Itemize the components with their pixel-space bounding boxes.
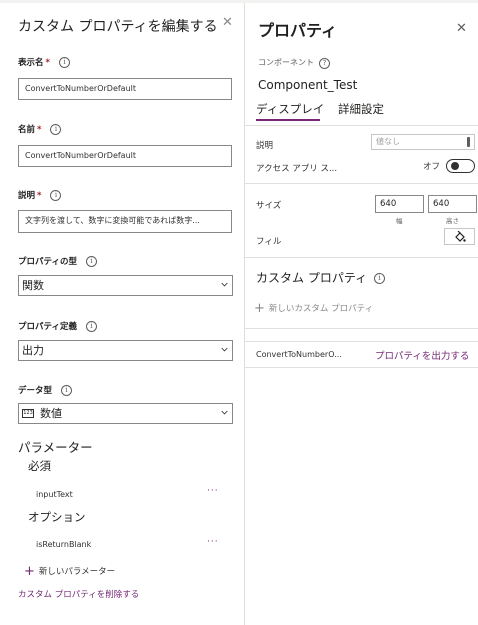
parameter-item[interactable]: inputText: [36, 490, 73, 499]
new-parameter-button[interactable]: + 新しいパラメーター: [24, 564, 115, 579]
divider: [245, 183, 478, 184]
required-marker: *: [37, 125, 42, 135]
name-label-text: 名前: [18, 125, 36, 135]
access-app-label: アクセス アプリ ス...: [256, 164, 338, 174]
component-label-text: コンポーネント: [258, 58, 314, 67]
chevron-down-icon: [221, 282, 228, 287]
properties-panel: プロパティ ✕ コンポーネント? Component_Test ディスプレイ 詳…: [245, 3, 478, 625]
more-options-icon[interactable]: ···: [207, 486, 219, 496]
info-icon[interactable]: i: [58, 57, 70, 68]
new-custom-property-button[interactable]: + 新しいカスタム プロパティ: [254, 301, 373, 316]
description-placeholder: 値なし: [376, 137, 400, 146]
toggle-state-text: オフ: [423, 162, 441, 172]
plus-icon: +: [24, 564, 35, 579]
data-type-value: 数値: [40, 407, 62, 420]
divider: [245, 125, 478, 126]
output-property-link[interactable]: プロパティを出力する: [375, 348, 469, 362]
chevron-down-icon: [221, 347, 228, 352]
data-type-select[interactable]: 123 数値: [18, 403, 233, 424]
custom-properties-heading: カスタム プロパティ i: [256, 269, 386, 286]
property-type-value: 関数: [22, 279, 44, 292]
data-type-label-text: データ型: [18, 386, 53, 396]
height-input[interactable]: 640: [428, 195, 477, 213]
info-icon[interactable]: i: [50, 124, 62, 135]
edit-custom-property-panel: カスタム プロパティを編集する ✕ 表示名 * i ConvertToNumberO…: [0, 3, 245, 625]
properties-title: プロパティ: [258, 21, 338, 40]
divider: [245, 257, 478, 258]
formula-bar-icon: [467, 137, 470, 147]
paint-bucket-icon: [455, 231, 466, 242]
panel-title: カスタム プロパティを編集する: [18, 19, 218, 35]
display-name-label-text: 表示名: [18, 58, 44, 68]
delete-custom-property-link[interactable]: カスタム プロパティを削除する: [18, 588, 139, 600]
property-definition-value: 出力: [22, 344, 44, 357]
app-root: カスタム プロパティを編集する ✕ 表示名 * i ConvertToNumberO…: [0, 0, 478, 625]
new-parameter-label: 新しいパラメーター: [38, 567, 116, 577]
active-tab-underline: [256, 119, 320, 121]
info-icon[interactable]: i: [86, 321, 97, 332]
fill-picker[interactable]: [444, 228, 475, 245]
property-definition-label-text: プロパティ定義: [18, 322, 77, 332]
fill-label: フィル: [256, 237, 282, 247]
chevron-down-icon: [221, 410, 228, 415]
info-icon[interactable]: i: [50, 190, 62, 201]
description-input[interactable]: 文字列を渡して、数字に変換可能であれば数字...: [18, 210, 232, 233]
property-type-label-text: プロパティの型: [18, 257, 77, 267]
info-icon[interactable]: i: [61, 385, 73, 396]
data-type-label: データ型 i: [18, 384, 73, 396]
width-caption: 幅: [396, 217, 403, 225]
display-name-input[interactable]: ConvertToNumberOrDefault: [18, 78, 232, 100]
access-app-toggle[interactable]: [446, 159, 475, 173]
component-name: Component_Test: [258, 78, 358, 92]
description-label-text: 説明: [18, 191, 36, 201]
required-marker: *: [37, 191, 42, 201]
description-property-label: 説明: [256, 141, 274, 151]
parameter-item[interactable]: isReturnBlank: [36, 540, 91, 549]
name-input[interactable]: ConvertToNumberOrDefault: [18, 145, 232, 167]
height-caption: 高さ: [446, 217, 459, 225]
description-label: 説明 * i: [18, 189, 62, 201]
name-label: 名前 * i: [18, 123, 62, 135]
size-label: サイズ: [256, 201, 282, 211]
custom-property-name: ConvertToNumberO...: [256, 350, 342, 359]
custom-property-row[interactable]: ConvertToNumberO... プロパティを出力する: [245, 341, 478, 368]
tab-advanced[interactable]: 詳細設定: [338, 101, 384, 117]
component-label: コンポーネント?: [258, 57, 330, 69]
number-type-icon: 123: [22, 408, 34, 418]
toggle-knob: [451, 162, 459, 170]
optional-parameters-heading: オプション: [28, 510, 86, 524]
info-icon[interactable]: i: [374, 273, 386, 284]
divider: [245, 328, 478, 329]
property-type-select[interactable]: 関数: [18, 275, 233, 296]
plus-icon: +: [254, 301, 265, 316]
close-icon[interactable]: ✕: [222, 15, 233, 30]
required-parameters-heading: 必須: [28, 459, 51, 473]
display-name-label: 表示名 * i: [18, 56, 70, 68]
property-definition-label: プロパティ定義 i: [18, 320, 97, 332]
new-custom-property-label: 新しいカスタム プロパティ: [268, 304, 374, 314]
more-options-icon[interactable]: ···: [207, 537, 219, 547]
width-input[interactable]: 640: [375, 195, 424, 213]
required-marker: *: [45, 58, 50, 68]
property-type-label: プロパティの型 i: [18, 255, 97, 267]
info-icon[interactable]: i: [86, 256, 97, 267]
custom-properties-heading-text: カスタム プロパティ: [256, 271, 368, 285]
parameters-heading: パラメーター: [18, 440, 93, 455]
property-definition-select[interactable]: 出力: [18, 340, 233, 361]
close-icon[interactable]: ✕: [456, 21, 467, 36]
tab-display[interactable]: ディスプレイ: [256, 101, 324, 117]
description-property-input[interactable]: 値なし: [371, 134, 475, 150]
help-icon[interactable]: ?: [319, 58, 330, 69]
